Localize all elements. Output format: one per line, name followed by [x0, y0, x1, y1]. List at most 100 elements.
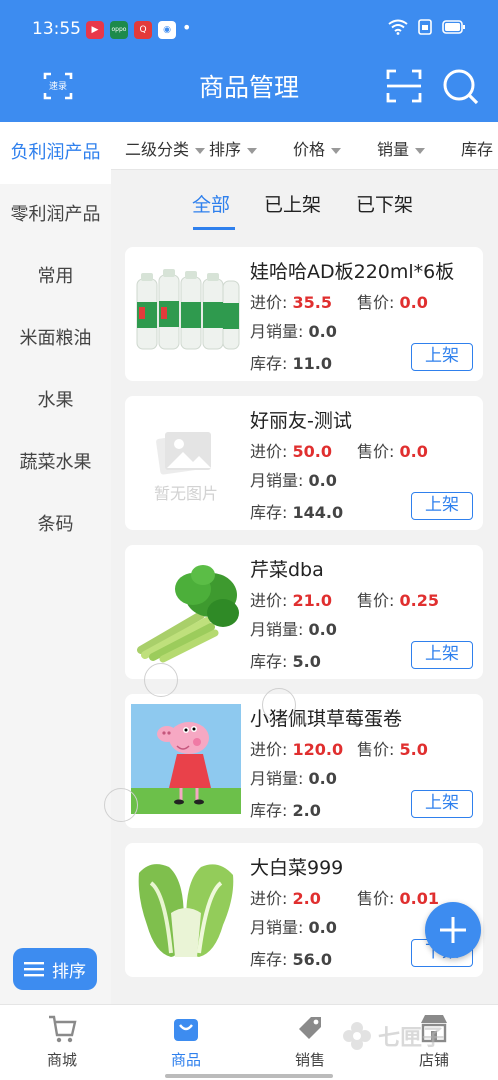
filter-price[interactable]: 价格	[293, 136, 342, 160]
status-dot: •	[182, 18, 192, 37]
cart-icon	[49, 1015, 77, 1043]
filter-stock[interactable]: 库存	[461, 136, 493, 160]
product-sale-price: 售价: 5.0	[357, 740, 428, 759]
status-tabs: 全部 已上架 已下架	[111, 170, 498, 234]
product-stock: 库存: 11.0	[250, 354, 332, 373]
product-stock: 库存: 56.0	[250, 950, 332, 969]
sidebar-item-barcode[interactable]: 条码	[0, 494, 111, 556]
dropdown-arrow-icon	[415, 147, 426, 154]
product-monthly-sales: 月销量: 0.0	[250, 918, 337, 937]
watermark-flower-icon	[343, 1022, 371, 1050]
product-cost: 进价: 21.0	[250, 591, 332, 610]
sidebar-item-grain-oil[interactable]: 米面粮油	[0, 308, 111, 370]
nav-sales[interactable]: 销售	[270, 1011, 350, 1070]
sim-icon	[418, 19, 432, 35]
camera-app-icon: ◉	[158, 21, 176, 39]
app-header: 速录 商品管理	[0, 50, 498, 122]
scan-button[interactable]	[384, 66, 424, 106]
sidebar-item-zero-profit[interactable]: 零利润产品	[0, 184, 111, 246]
filter-sort[interactable]: 排序	[209, 136, 258, 160]
nav-products[interactable]: 商品	[146, 1011, 226, 1070]
active-tab-indicator	[193, 227, 235, 230]
product-stock: 库存: 2.0	[250, 801, 321, 820]
product-stock: 库存: 5.0	[250, 652, 321, 671]
no-image-text: 暂无图片	[153, 484, 218, 503]
product-name: 大白菜999	[250, 857, 344, 879]
product-monthly-sales: 月销量: 0.0	[250, 620, 337, 639]
nav-label: 商城	[46, 1051, 77, 1069]
product-image	[131, 555, 241, 665]
nav-label: 商品	[170, 1051, 201, 1069]
sidebar-item-negative-profit[interactable]: 负利润产品	[0, 122, 111, 184]
product-card[interactable]: 小猪佩琪草莓蛋卷 进价: 120.0 售价: 5.0 月销量: 0.0 库存: …	[125, 694, 483, 828]
search-icon	[443, 69, 479, 105]
product-monthly-sales: 月销量: 0.0	[250, 471, 337, 490]
product-card[interactable]: 芹菜dba 进价: 21.0 售价: 0.25 月销量: 0.0 库存: 5.0…	[125, 545, 483, 679]
category-sidebar: 负利润产品 零利润产品 常用 米面粮油 水果 蔬菜水果 条码	[0, 122, 111, 1004]
oppo-app-icon: oppo	[110, 21, 128, 39]
home-indicator	[165, 1074, 333, 1078]
search-button[interactable]	[440, 66, 480, 106]
sidebar-item-fruit[interactable]: 水果	[0, 370, 111, 432]
product-card[interactable]: 暂无图片 好丽友-测试 进价: 50.0 售价: 0.0 月销量: 0.0 库存…	[125, 396, 483, 530]
touch-indicator	[104, 788, 138, 822]
product-stock: 库存: 144.0	[250, 503, 344, 522]
celery-image	[131, 555, 241, 665]
add-product-button[interactable]	[425, 902, 481, 958]
dropdown-arrow-icon	[247, 147, 258, 154]
dropdown-arrow-icon	[195, 147, 206, 154]
watermark: 七匣子	[340, 1019, 444, 1053]
wifi-icon	[388, 19, 408, 35]
shelf-toggle-button[interactable]: 上架	[411, 492, 473, 520]
tab-on-shelf[interactable]: 已上架	[264, 190, 321, 217]
tag-icon	[299, 1017, 321, 1039]
product-monthly-sales: 月销量: 0.0	[250, 322, 337, 341]
watermark-text: 七匣子	[378, 1026, 445, 1051]
scan-icon	[386, 69, 422, 103]
sort-button[interactable]: 排序	[13, 948, 97, 990]
tab-off-shelf[interactable]: 已下架	[356, 190, 413, 217]
nav-label: 店铺	[418, 1051, 449, 1069]
product-card[interactable]: 娃哈哈AD板220ml*6板 进价: 35.5 售价: 0.0 月销量: 0.0…	[125, 247, 483, 381]
product-sale-price: 售价: 0.0	[357, 442, 428, 461]
product-name: 娃哈哈AD板220ml*6板	[250, 261, 455, 283]
filter-bar: 二级分类 排序 价格 销量 库存	[111, 122, 498, 170]
shelf-toggle-button[interactable]: 上架	[411, 343, 473, 371]
product-image	[131, 853, 241, 963]
napa-cabbage-image	[131, 853, 241, 963]
browser-app-icon: Q	[134, 21, 152, 39]
product-image	[131, 704, 241, 814]
tab-all[interactable]: 全部	[192, 190, 230, 217]
battery-icon	[442, 20, 465, 34]
product-cost: 进价: 50.0	[250, 442, 332, 461]
product-cost: 进价: 120.0	[250, 740, 344, 759]
nav-label: 销售	[294, 1051, 325, 1069]
sort-button-label: 排序	[52, 961, 86, 982]
product-sale-price: 售价: 0.25	[357, 591, 439, 610]
video-app-icon: ▶	[86, 21, 104, 39]
product-cost: 进价: 35.5	[250, 293, 332, 312]
product-name: 芹菜dba	[250, 559, 324, 581]
bag-icon	[174, 1019, 198, 1041]
product-cost: 进价: 2.0	[250, 889, 321, 908]
product-image	[131, 257, 241, 367]
dropdown-arrow-icon	[331, 147, 342, 154]
filter-sales[interactable]: 销量	[377, 136, 426, 160]
shelf-toggle-button[interactable]: 上架	[411, 641, 473, 669]
peppa-pig-image	[131, 704, 241, 814]
shelf-toggle-button[interactable]: 上架	[411, 790, 473, 818]
status-icons	[388, 19, 466, 35]
status-time: 13:55	[32, 19, 81, 39]
bottom-navigation: 商城 商品 销售 店铺 七匣子	[0, 1004, 498, 1080]
sidebar-item-vegetable-fruit[interactable]: 蔬菜水果	[0, 432, 111, 494]
product-image-placeholder: 暂无图片	[131, 406, 241, 516]
filter-subcategory[interactable]: 二级分类	[125, 136, 206, 160]
touch-indicator	[144, 663, 178, 697]
touch-indicator	[262, 688, 296, 722]
plus-icon	[440, 917, 466, 943]
product-name: 好丽友-测试	[250, 410, 352, 432]
ad-milk-bottles-image	[131, 257, 241, 367]
sidebar-item-common[interactable]: 常用	[0, 246, 111, 308]
product-monthly-sales: 月销量: 0.0	[250, 769, 337, 788]
nav-mall[interactable]: 商城	[22, 1011, 102, 1070]
